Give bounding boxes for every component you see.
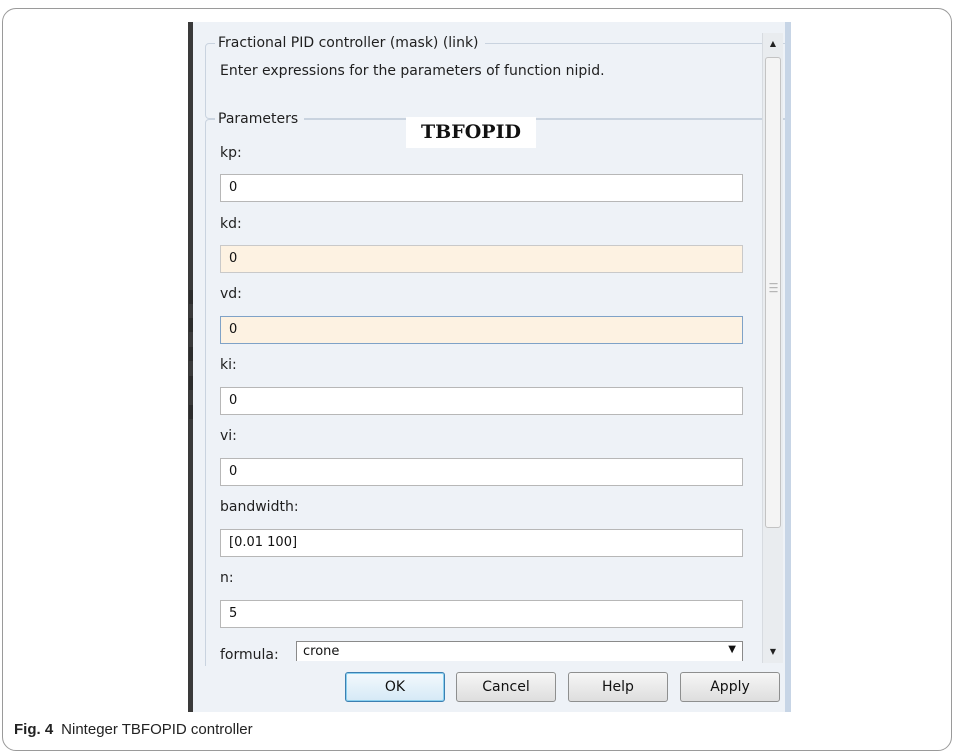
ki-input[interactable]: 0 bbox=[220, 387, 743, 415]
kd-label: kd: bbox=[220, 216, 242, 232]
window-edge-mark bbox=[189, 347, 193, 361]
kp-label: kp: bbox=[220, 145, 242, 161]
apply-button[interactable]: Apply bbox=[680, 672, 780, 702]
help-button[interactable]: Help bbox=[568, 672, 668, 702]
figure-caption: Fig. 4 Ninteger TBFOPID controller bbox=[14, 721, 253, 738]
description-groupbox: Fractional PID controller (mask) (link) … bbox=[205, 33, 790, 119]
formula-select[interactable]: crone ▼ bbox=[296, 641, 743, 661]
window-edge-mark bbox=[189, 318, 193, 332]
scroll-down-arrow-icon[interactable]: ▼ bbox=[763, 641, 783, 663]
ok-button[interactable]: OK bbox=[345, 672, 445, 702]
chevron-down-icon: ▼ bbox=[728, 644, 736, 655]
dialog-title: Fractional PID controller (mask) (link) bbox=[215, 33, 485, 53]
vd-input[interactable]: 0 bbox=[220, 316, 743, 344]
formula-label: formula: bbox=[220, 647, 279, 663]
window-edge-mark bbox=[189, 405, 193, 419]
vi-input[interactable]: 0 bbox=[220, 458, 743, 486]
vi-label: vi: bbox=[220, 428, 237, 444]
figure-number: Fig. 4 bbox=[14, 721, 54, 738]
dialog-description: Enter expressions for the parameters of … bbox=[220, 63, 605, 79]
n-input[interactable]: 5 bbox=[220, 600, 743, 628]
dialog-edge bbox=[785, 22, 791, 712]
window-edge-mark bbox=[189, 290, 193, 304]
bandwidth-label: bandwidth: bbox=[220, 499, 299, 515]
parameters-group-title: Parameters bbox=[215, 109, 305, 129]
grip-icon: — — — bbox=[769, 279, 778, 297]
window-edge-mark bbox=[189, 376, 193, 390]
cancel-button[interactable]: Cancel bbox=[456, 672, 556, 702]
vd-label: vd: bbox=[220, 286, 242, 302]
figure-caption-text: Ninteger TBFOPID controller bbox=[61, 721, 253, 738]
kp-input[interactable]: 0 bbox=[220, 174, 743, 202]
vertical-scrollbar[interactable]: ▲ — — — ▼ bbox=[762, 33, 783, 663]
ki-label: ki: bbox=[220, 357, 237, 373]
kd-input[interactable]: 0 bbox=[220, 245, 743, 273]
n-label: n: bbox=[220, 570, 234, 586]
tbfopid-overlay-label: TBFOPID bbox=[406, 117, 536, 148]
scroll-up-arrow-icon[interactable]: ▲ bbox=[763, 33, 783, 55]
bandwidth-input[interactable]: [0.01 100] bbox=[220, 529, 743, 557]
scrollbar-thumb[interactable]: — — — bbox=[765, 57, 781, 528]
formula-select-value: crone bbox=[303, 644, 340, 659]
